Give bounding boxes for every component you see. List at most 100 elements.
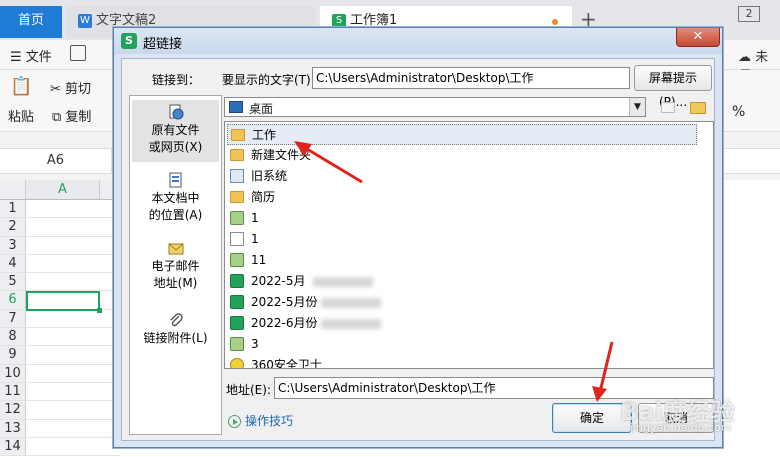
paste-icon[interactable]: 📋 — [10, 76, 32, 97]
row-headers: 1 2 3 4 5 6 7 8 9 10 11 12 13 14 — [0, 200, 120, 457]
sidebar-item-email[interactable]: 电子邮件 地址(M) — [132, 236, 219, 296]
document-place-icon — [169, 172, 181, 188]
save-icon[interactable] — [70, 45, 86, 61]
row-number[interactable]: 8 — [0, 328, 26, 346]
redacted-text — [321, 319, 381, 329]
file-name: 2022-5月份 — [251, 295, 318, 309]
row-number[interactable]: 9 — [0, 346, 26, 364]
watermark-url: jingyan.baidu.com — [630, 421, 732, 434]
tab-workbook-label: 工作簿1 — [350, 13, 398, 28]
row-number[interactable]: 3 — [0, 236, 26, 254]
row-number[interactable]: 10 — [0, 364, 26, 382]
file-list-item[interactable]: 1 — [227, 208, 697, 229]
row-number[interactable]: 12 — [0, 401, 26, 419]
column-header-a[interactable]: A — [26, 180, 100, 200]
link-to-label: 链接到： — [152, 73, 201, 87]
paste-button[interactable]: 粘贴 — [8, 106, 34, 125]
look-in-dropdown[interactable]: 桌面 ▼ — [224, 97, 646, 117]
file-list: 工作 新建文件夹 旧系统 简历 1 1 11 2022-5月 2022-5月份 2022-6月份 3… — [224, 121, 714, 369]
email-icon — [168, 243, 183, 255]
cell-reference-box[interactable]: A6 — [0, 149, 112, 173]
selected-cell-a6[interactable] — [26, 291, 102, 313]
sidebar-item-this-document[interactable]: 本文档中 的位置(A) — [132, 168, 219, 228]
open-folder-icon[interactable] — [688, 97, 708, 117]
file-list-item[interactable]: 360安全卫士 — [227, 355, 697, 369]
tips-link-label: 操作技巧 — [245, 414, 294, 428]
spreadsheet-app-icon: S — [121, 33, 137, 49]
sidebar-item-attachment[interactable]: 链接附件(L) — [132, 308, 219, 354]
redacted-text — [313, 277, 373, 287]
select-all-corner[interactable] — [0, 180, 26, 200]
spreadsheet-doc-icon: S — [332, 13, 346, 28]
file-list-item[interactable]: 2022-5月 — [227, 271, 697, 292]
dialog-body: 链接到： 要显示的文字(T): C:\Users\Administrator\D… — [121, 58, 715, 441]
file-list-item[interactable]: 3 — [227, 334, 697, 355]
row-number[interactable]: 13 — [0, 419, 26, 437]
sidebar-item-this-document-label: 本文档中 的位置(A) — [148, 191, 203, 222]
xls-icon — [230, 316, 244, 330]
sidebar-item-existing-file-label: 原有文件 或网页(X) — [148, 123, 203, 154]
look-in-value: 桌面 — [249, 102, 274, 116]
play-icon — [228, 415, 241, 428]
paperclip-icon — [170, 313, 183, 327]
tips-link[interactable]: 操作技巧 — [228, 412, 293, 429]
dialog-titlebar[interactable]: S 超链接 ✕ — [114, 28, 722, 54]
sheet-row: 14 — [0, 437, 120, 457]
xls-icon — [230, 274, 244, 288]
sheet-row: 7 — [0, 309, 120, 329]
file-list-item[interactable]: 1 — [227, 229, 697, 250]
file-name: 360安全卫士 — [251, 358, 322, 369]
file-list-item[interactable]: 简历 — [227, 187, 697, 208]
xls-icon — [230, 295, 244, 309]
sheet-row: 12 — [0, 401, 120, 420]
sheet-row: 3 — [0, 236, 120, 255]
file-name: 简历 — [251, 190, 276, 204]
cut-label: 剪切 — [65, 82, 92, 97]
file-list-item[interactable]: 旧系统 — [227, 166, 697, 187]
tab-home[interactable]: 首页 — [0, 6, 62, 38]
row-number[interactable]: 6 — [0, 291, 26, 309]
folder-icon — [230, 149, 244, 161]
chevron-down-icon[interactable]: ▼ — [629, 98, 645, 116]
link-type-sidebar: 原有文件 或网页(X) 本文档中 的位置(A) 电子邮件 地址(M) 链接附件(… — [129, 95, 222, 435]
row-number[interactable]: 14 — [0, 437, 26, 456]
file-list-item[interactable]: 2022-6月份 — [227, 313, 697, 334]
file-menu[interactable]: ☰ 文件 — [10, 46, 52, 65]
file-list-item[interactable]: 新建文件夹 — [227, 145, 697, 166]
row-number[interactable]: 4 — [0, 254, 26, 273]
row-number[interactable]: 1 — [0, 200, 26, 218]
redacted-text — [321, 298, 381, 308]
png-icon — [230, 337, 244, 351]
file-list-item[interactable]: 11 — [227, 250, 697, 271]
file-menu-label: 文件 — [25, 50, 52, 65]
close-button[interactable]: ✕ — [676, 28, 720, 47]
row-number[interactable]: 5 — [0, 273, 26, 291]
desktop-icon — [229, 101, 243, 113]
writer-doc-icon: W — [78, 13, 92, 28]
cut-button[interactable]: ✂ 剪切 — [50, 78, 91, 97]
display-text-label: 要显示的文字(T): — [222, 73, 315, 87]
folder-icon — [231, 129, 245, 141]
window-count-button[interactable]: 2 — [738, 6, 760, 22]
file-list-item[interactable]: 2022-5月份 — [227, 292, 697, 313]
row-number[interactable]: 2 — [0, 218, 26, 236]
row-number[interactable]: 7 — [0, 309, 26, 328]
sheet-row: 1 — [0, 200, 120, 219]
file-name: 1 — [251, 232, 259, 246]
sheet-row: 10 — [0, 364, 120, 383]
up-folder-icon[interactable] — [658, 97, 678, 117]
folder-icon — [230, 191, 244, 203]
sheet-row: 13 — [0, 419, 120, 438]
sheet-row: 9 — [0, 346, 120, 365]
screen-tip-button[interactable]: 屏幕提示(P)... — [634, 65, 712, 109]
globe-file-icon — [169, 104, 183, 120]
row-number[interactable]: 11 — [0, 382, 26, 401]
percent-button[interactable]: % — [732, 104, 745, 120]
dialog-title: 超链接 — [143, 37, 183, 52]
file-list-item[interactable]: 工作 — [227, 124, 697, 145]
address-label: 地址(E): — [226, 383, 271, 397]
sidebar-item-email-label: 电子邮件 地址(M) — [151, 259, 200, 290]
sidebar-item-existing-file[interactable]: 原有文件 或网页(X) — [132, 100, 219, 162]
copy-button[interactable]: ⧉ 复制 — [52, 106, 91, 125]
display-text-input[interactable]: C:\Users\Administrator\Desktop\工作 — [312, 67, 630, 89]
